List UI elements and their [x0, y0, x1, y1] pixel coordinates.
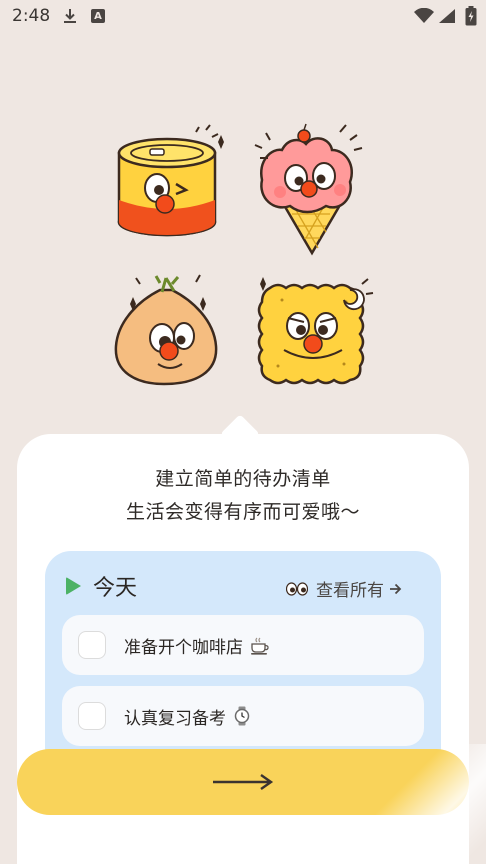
task-checkbox[interactable] — [78, 631, 106, 659]
play-icon — [66, 577, 81, 595]
task-label: 认真复习备考 — [124, 709, 226, 729]
canned-food-character — [117, 124, 224, 237]
task-checkbox[interactable] — [78, 702, 106, 730]
task-item[interactable]: 认真复习备考 — [62, 686, 424, 746]
illustrations — [114, 123, 374, 386]
view-all-link[interactable]: 查看所有 — [286, 576, 402, 601]
task-label: 准备开个咖啡店 — [124, 638, 243, 658]
coffee-icon — [251, 637, 270, 655]
eyes-icon — [286, 581, 308, 596]
onion-character — [114, 274, 218, 386]
next-button[interactable] — [17, 749, 469, 815]
view-all-label: 查看所有 — [316, 581, 384, 601]
today-title: 今天 — [93, 576, 138, 601]
watch-icon — [235, 706, 250, 726]
intro-line-1: 建立简单的待办清单 — [155, 468, 331, 490]
cracker-character — [257, 277, 374, 385]
chevron-right-icon — [390, 583, 402, 594]
today-header: 今天 — [66, 570, 137, 602]
task-item[interactable]: 准备开个咖啡店 — [62, 615, 424, 675]
long-arrow-right-icon — [213, 774, 274, 790]
intro-line-2: 生活会变得有序而可爱哦～ — [125, 501, 360, 523]
ice-cream-character — [254, 123, 363, 256]
